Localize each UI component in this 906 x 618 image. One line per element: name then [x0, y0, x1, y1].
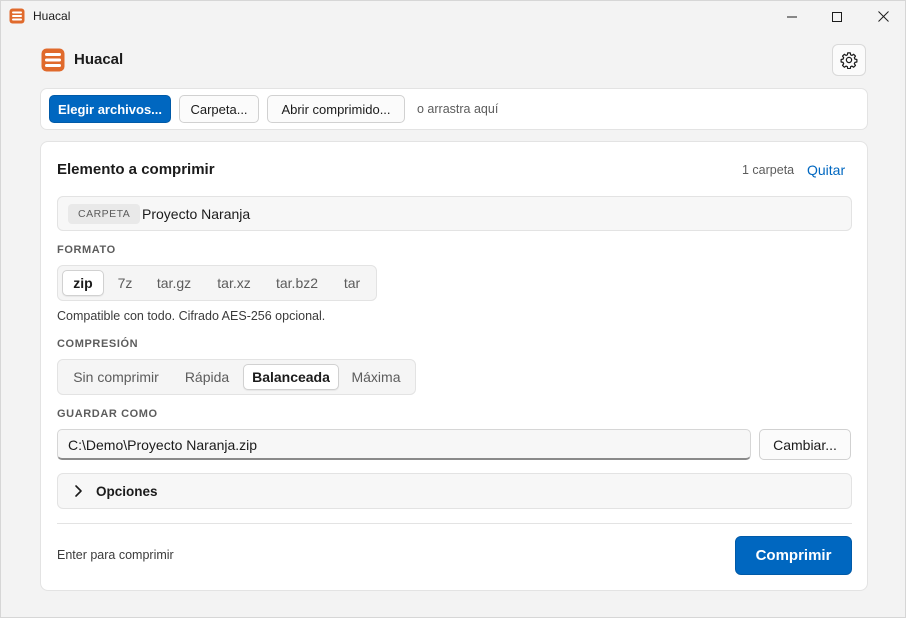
folder-button[interactable]: Carpeta...: [179, 95, 259, 123]
options-label: Opciones: [96, 484, 158, 499]
save-as-label: GUARDAR COMO: [57, 408, 158, 420]
selected-item: CARPETA Proyecto Naranja: [57, 196, 852, 231]
minimize-icon: [787, 16, 797, 17]
maximize-icon: [832, 11, 842, 22]
app-name: Huacal: [74, 51, 124, 68]
settings-button[interactable]: [832, 44, 866, 76]
compress-button[interactable]: Comprimir: [735, 536, 852, 575]
item-count: 1 carpeta: [742, 163, 795, 177]
format-option-tarbz2[interactable]: tar.bz2: [266, 270, 328, 296]
chevron-right-icon: [74, 484, 84, 498]
save-path-input[interactable]: C:\Demo\Proyecto Naranja.zip: [57, 429, 751, 460]
close-icon: [877, 11, 889, 22]
window-title: Huacal: [33, 9, 71, 23]
format-description: Compatible con todo. Cifrado AES-256 opc…: [57, 309, 326, 323]
card-title: Elemento a comprimir: [57, 161, 215, 178]
title-bar: Huacal: [1, 1, 905, 32]
minimize-button[interactable]: [769, 1, 815, 32]
open-archive-button[interactable]: Abrir comprimido...: [267, 95, 405, 123]
item-type-badge: CARPETA: [68, 204, 141, 224]
format-selector: zip 7z tar.gz tar.xz tar.bz2 tar: [57, 265, 377, 301]
format-label: FORMATO: [57, 244, 116, 256]
crate-icon: [9, 8, 25, 24]
compression-selector: Sin comprimir Rápida Balanceada Máxima: [57, 359, 416, 395]
choose-files-button[interactable]: Elegir archivos...: [49, 95, 171, 123]
app-window: Huacal Huacal Elegir archivos... Carpeta…: [0, 0, 906, 618]
compression-option-balanced[interactable]: Balanceada: [243, 364, 339, 390]
format-option-tar[interactable]: tar: [332, 270, 372, 296]
format-option-tarxz[interactable]: tar.xz: [206, 270, 262, 296]
format-option-7z[interactable]: 7z: [108, 270, 142, 296]
change-path-button[interactable]: Cambiar...: [759, 429, 851, 460]
item-name: Proyecto Naranja: [142, 206, 251, 222]
keyboard-hint: Enter para comprimir: [57, 548, 174, 562]
close-button[interactable]: [860, 1, 906, 32]
source-toolbar: Elegir archivos... Carpeta... Abrir comp…: [40, 88, 868, 130]
format-option-targz[interactable]: tar.gz: [146, 270, 202, 296]
compression-option-none[interactable]: Sin comprimir: [62, 364, 170, 390]
compress-card: Elemento a comprimir 1 carpeta Quitar CA…: [40, 141, 868, 591]
compression-option-fast[interactable]: Rápida: [174, 364, 240, 390]
maximize-button[interactable]: [814, 1, 860, 32]
remove-link[interactable]: Quitar: [807, 162, 845, 178]
compression-label: COMPRESIÓN: [57, 338, 139, 350]
gear-icon: [840, 52, 858, 69]
compression-option-max[interactable]: Máxima: [342, 364, 410, 390]
app-logo-icon: [41, 48, 65, 72]
options-expander[interactable]: Opciones: [57, 473, 852, 509]
drop-hint: o arrastra aquí: [417, 102, 499, 116]
format-option-zip[interactable]: zip: [62, 270, 104, 296]
divider: [57, 523, 852, 524]
